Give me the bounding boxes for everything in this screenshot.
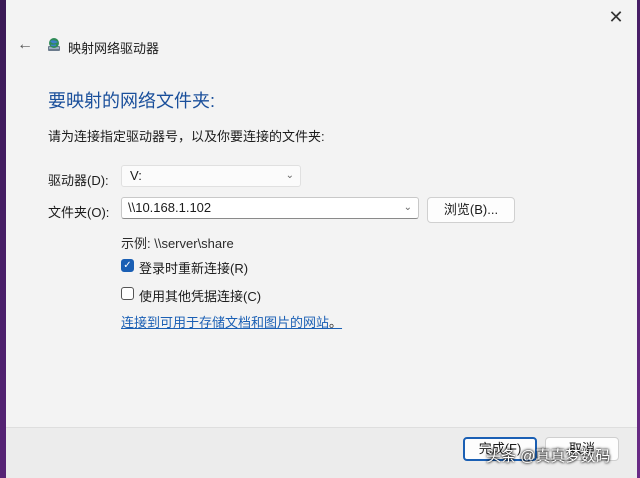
chevron-down-icon[interactable]: ⌄ (404, 198, 412, 218)
link-suffix: 。 (329, 315, 343, 330)
chevron-down-icon: ⌄ (285, 170, 294, 181)
browse-button[interactable]: 浏览(B)... (427, 197, 515, 223)
folder-path-input[interactable]: \\10.168.1.102 ⌄ (121, 197, 419, 219)
folder-path-value: \\10.168.1.102 (128, 200, 212, 215)
page-heading: 要映射的网络文件夹: (48, 91, 216, 111)
network-drive-globe-icon (48, 38, 60, 51)
example-text: 示例: \\server\share (121, 236, 234, 251)
other-credentials-label[interactable]: 使用其他凭据连接(C) (139, 286, 261, 305)
dialog-title: 映射网络驱动器 (68, 41, 160, 56)
drive-letter-value: V: (130, 168, 142, 183)
map-network-drive-dialog: ✕ ← 映射网络驱动器 要映射的网络文件夹: 请为连接指定驱动器号，以及你要连接… (6, 0, 637, 478)
reconnect-label[interactable]: 登录时重新连接(R) (139, 258, 248, 277)
drive-letter-select[interactable]: V: ⌄ (121, 165, 301, 187)
folder-label: 文件夹(O): (48, 205, 110, 220)
close-icon[interactable]: ✕ (603, 5, 629, 29)
watermark: 头条 @真真梦数码 (486, 448, 611, 465)
instruction-text: 请为连接指定驱动器号，以及你要连接的文件夹: (48, 129, 325, 144)
drive-label: 驱动器(D): (48, 173, 109, 188)
website-storage-link[interactable]: 连接到可用于存储文档和图片的网站。 (121, 312, 342, 331)
other-credentials-checkbox[interactable] (121, 287, 134, 300)
back-arrow-icon[interactable]: ← (16, 36, 34, 54)
reconnect-checkbox[interactable]: ✓ (121, 259, 134, 272)
website-storage-link-text[interactable]: 连接到可用于存储文档和图片的网站 (121, 315, 329, 330)
